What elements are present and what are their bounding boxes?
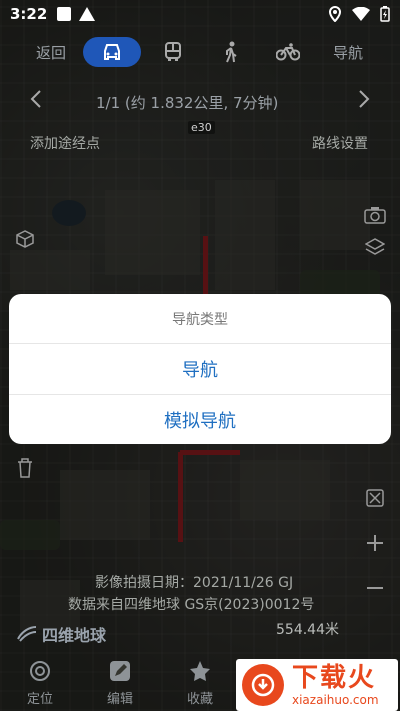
location-icon — [328, 6, 342, 22]
plus-icon — [367, 535, 383, 551]
edit-icon — [110, 661, 130, 681]
tab-locate-label: 定位 — [26, 692, 53, 707]
watermark-title: 下载火 — [292, 663, 377, 693]
status-bar: 3:22 — [0, 0, 400, 28]
option-simulated-navigate[interactable]: 模拟导航 — [9, 394, 391, 444]
layers-icon — [365, 238, 385, 255]
mode-car-button[interactable] — [83, 37, 141, 67]
chevron-left-icon — [30, 90, 41, 108]
zoom-in-button[interactable] — [362, 530, 388, 556]
map-provider-logo: 四维地球 — [16, 622, 106, 646]
road-label: e30 — [188, 121, 215, 134]
option-navigate[interactable]: 导航 — [9, 344, 391, 394]
battery-icon — [380, 6, 390, 22]
compass-button[interactable] — [362, 485, 388, 511]
scale-label: 554.44米 — [276, 622, 339, 638]
zoom-out-button[interactable] — [362, 575, 388, 601]
bus-icon — [165, 42, 181, 61]
tab-favorites-label: 收藏 — [186, 692, 213, 707]
mode-bus-button[interactable] — [160, 37, 186, 67]
route-summary: 1/1 (约 1.832公里, 7分钟) — [96, 94, 279, 112]
trash-icon — [18, 458, 32, 478]
car-icon — [104, 44, 120, 60]
clear-button[interactable] — [12, 455, 38, 481]
compass-icon — [366, 489, 384, 507]
camera-icon — [364, 207, 386, 224]
notification-square-icon — [57, 7, 72, 21]
chevron-right-icon — [359, 90, 370, 108]
dialog-title: 导航类型 — [9, 294, 391, 344]
cube-icon — [16, 230, 34, 248]
next-route-button[interactable] — [358, 90, 370, 112]
navigation-type-dialog: 导航类型 导航 模拟导航 — [9, 294, 391, 444]
walk-icon — [226, 41, 237, 63]
watermark-url: xiazaihuo.com — [292, 693, 379, 707]
layer-3d-button[interactable] — [12, 226, 38, 252]
transport-mode-bar: 返回 导航 — [0, 34, 400, 70]
globe-logo-icon — [17, 626, 37, 642]
back-button[interactable]: 返回 — [36, 42, 66, 63]
mode-bike-button[interactable] — [275, 37, 301, 67]
map-layers-button[interactable] — [362, 234, 388, 260]
tab-locate[interactable]: 定位 — [10, 658, 70, 707]
locate-icon — [30, 661, 50, 681]
wifi-icon — [352, 7, 370, 21]
add-waypoint-button[interactable]: 添加途经点 — [30, 133, 100, 153]
tab-edit-label: 编辑 — [106, 692, 133, 707]
navigate-link[interactable]: 导航 — [333, 42, 363, 63]
mode-walk-button[interactable] — [218, 37, 244, 67]
route-settings-button[interactable]: 路线设置 — [312, 133, 368, 153]
route-summary-bar: 1/1 (约 1.832公里, 7分钟) — [0, 88, 400, 114]
data-source: 数据来自四维地球 GS京(2023)0012号 — [68, 597, 315, 613]
previous-route-button[interactable] — [30, 90, 42, 112]
bike-icon — [276, 43, 300, 61]
tab-edit[interactable]: 编辑 — [90, 658, 150, 707]
imagery-date: 影像拍摄日期：2021/11/26 GJ — [95, 575, 294, 591]
warning-icon — [79, 7, 96, 21]
status-time: 3:22 — [10, 5, 48, 23]
map-provider-logo-text: 四维地球 — [42, 626, 107, 645]
watermark-logo: 下载火 xiazaihuo.com — [236, 659, 398, 711]
tab-favorites[interactable]: 收藏 — [170, 658, 230, 707]
star-icon — [190, 661, 210, 681]
screenshot-button[interactable] — [362, 202, 388, 228]
minus-icon — [367, 587, 383, 589]
flame-icon — [242, 664, 284, 706]
